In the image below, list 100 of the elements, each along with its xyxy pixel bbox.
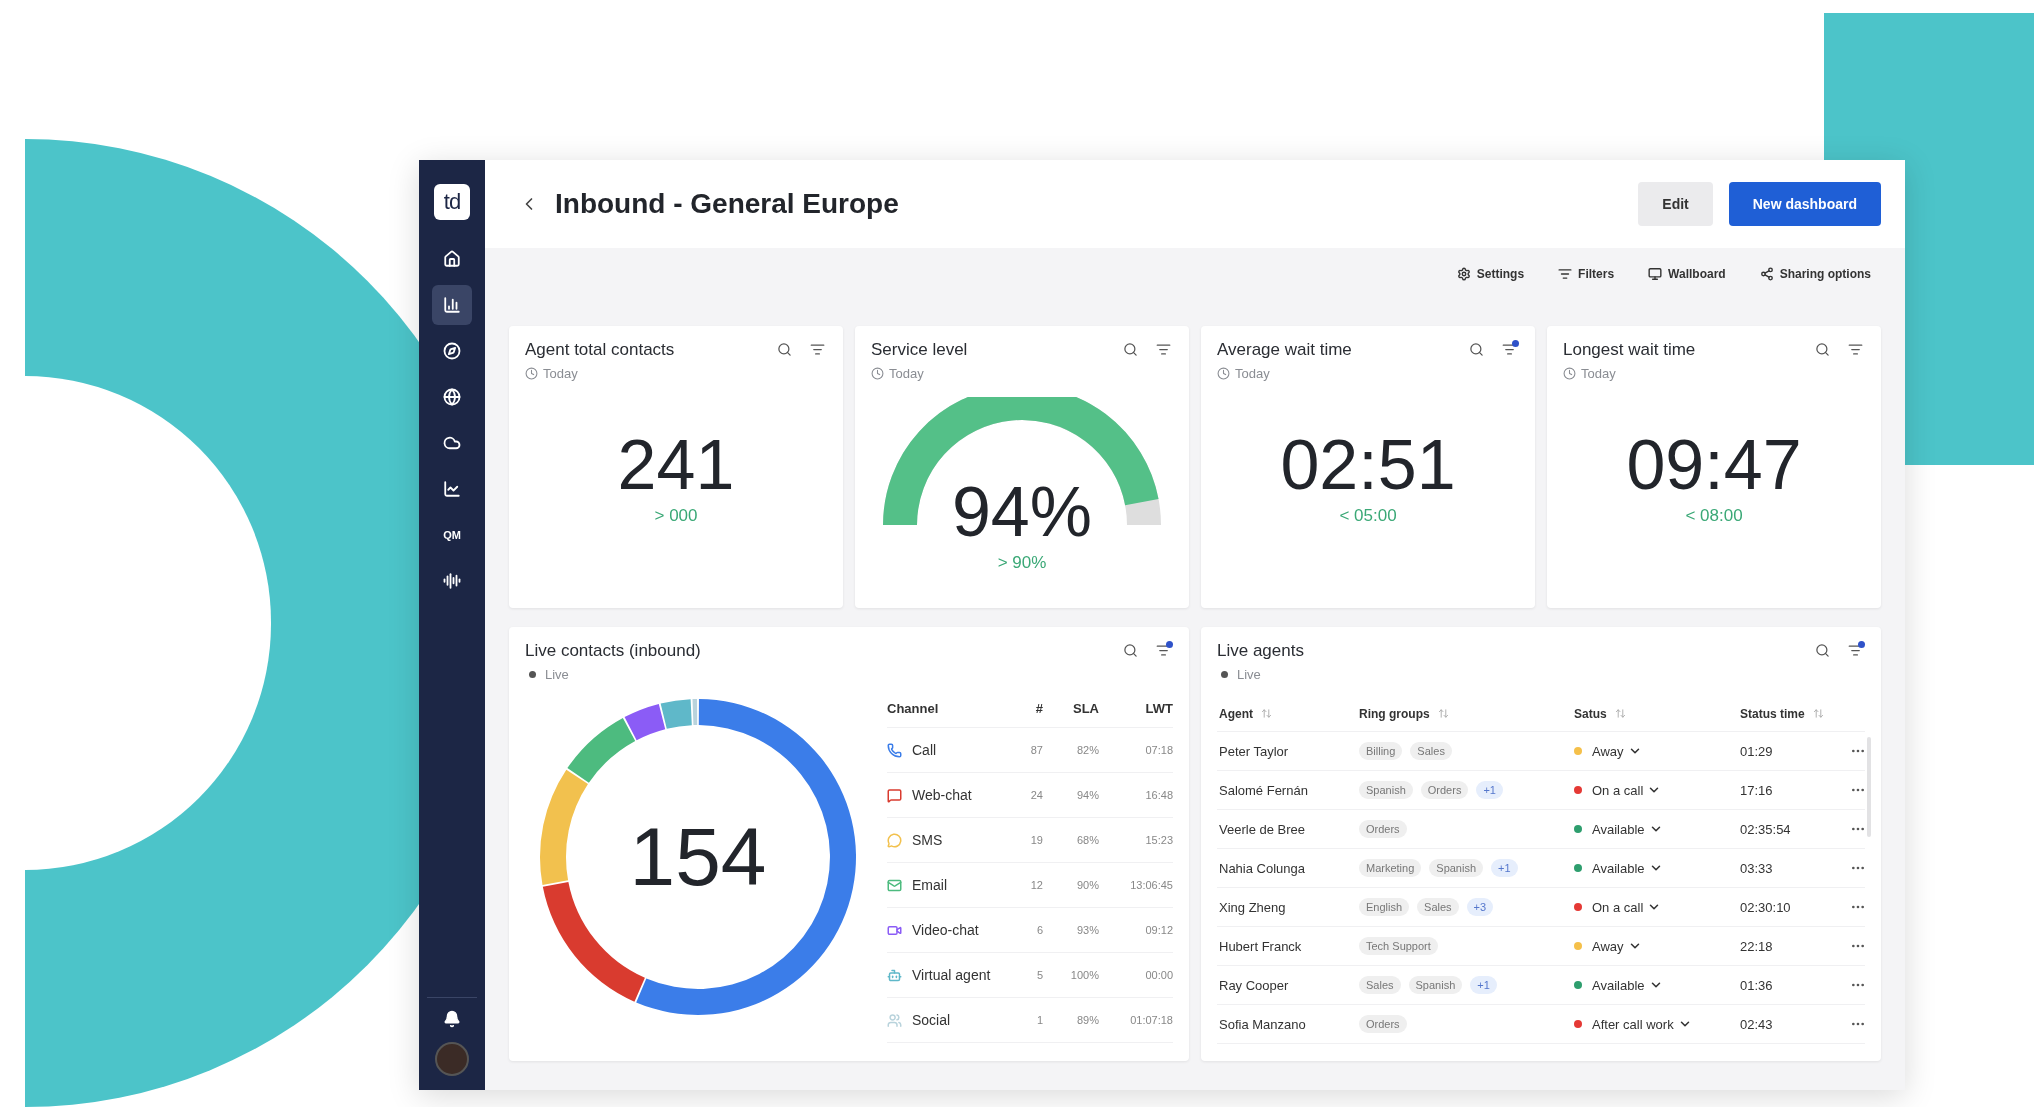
- status-dropdown[interactable]: On a call: [1592, 899, 1662, 915]
- live-dot-icon: [529, 671, 536, 678]
- search-button[interactable]: [1813, 340, 1832, 359]
- column-header: LWT: [1144, 701, 1173, 716]
- search-button[interactable]: [1467, 340, 1486, 359]
- group-tag: Sales: [1417, 898, 1459, 916]
- channel-name: Call: [912, 742, 937, 758]
- filter-icon: [1156, 643, 1171, 658]
- toolbar-button[interactable]: Filters: [1558, 267, 1615, 281]
- channel-name: Social: [912, 1012, 951, 1028]
- status-time: 01:29: [1740, 743, 1774, 759]
- total-value: 154: [629, 816, 767, 898]
- kpi-value: 02:51: [1280, 429, 1456, 500]
- table-cell-text: 15:23: [1144, 834, 1173, 846]
- group-tag: Sales: [1359, 976, 1401, 994]
- status-dropdown[interactable]: Available: [1592, 821, 1663, 837]
- more-tag: +1: [1476, 781, 1503, 799]
- table-cell-text: 89%: [1075, 1014, 1099, 1026]
- table-cell-text: 24: [1029, 789, 1043, 801]
- kpi-value: 94%: [950, 476, 1094, 547]
- toolbar-button[interactable]: Sharing options: [1759, 267, 1871, 281]
- nav-item[interactable]: [432, 285, 472, 325]
- filter-icon: [1848, 643, 1863, 658]
- status-time: 02:30:10: [1740, 899, 1792, 915]
- column-header: Satus: [1574, 706, 1607, 721]
- more-tag: +1: [1470, 976, 1497, 994]
- filter-icon: [810, 342, 825, 357]
- table-cell-text: 16:48: [1144, 789, 1173, 801]
- group-tag: Spanish: [1359, 781, 1413, 799]
- target-value: > 000: [654, 505, 698, 526]
- column-header: Status time: [1740, 706, 1805, 721]
- group-tag: Spanish: [1429, 859, 1484, 877]
- nav-item[interactable]: QM: [432, 515, 472, 555]
- search-icon: [1469, 342, 1484, 357]
- channel-name: Virtual agent: [912, 967, 991, 983]
- status-dropdown[interactable]: Away: [1592, 743, 1642, 759]
- status-dropdown[interactable]: On a call: [1592, 782, 1662, 798]
- channel-name: Video-chat: [912, 922, 979, 938]
- home-icon: [443, 250, 461, 268]
- table-cell-text: 94%: [1075, 789, 1099, 801]
- status-dropdown[interactable]: Away: [1592, 938, 1642, 954]
- search-button[interactable]: [1121, 641, 1140, 660]
- share-icon: [1759, 267, 1774, 281]
- status-dropdown[interactable]: Available: [1592, 977, 1663, 993]
- agent-name: Sofia Manzano: [1219, 1016, 1307, 1032]
- group-tag: Orders: [1420, 781, 1469, 799]
- agent-name: Xing Zheng: [1219, 899, 1287, 915]
- search-button[interactable]: [775, 340, 794, 359]
- live-label: Live: [1237, 667, 1261, 682]
- table-cell-text: 12: [1029, 879, 1043, 891]
- channel-name: Web-chat: [912, 787, 972, 803]
- agent-name: Salomé Fernán: [1219, 782, 1309, 798]
- target-value: < 05:00: [1339, 505, 1397, 526]
- status-time: 22:18: [1740, 938, 1774, 954]
- filter-icon: [1848, 342, 1863, 357]
- table-cell-text: 6: [1035, 924, 1043, 936]
- column-header: #: [1034, 701, 1043, 716]
- compass-icon: [443, 342, 461, 360]
- status-time: 02:43: [1740, 1016, 1774, 1032]
- line-chart-icon: [443, 480, 461, 498]
- table-cell-text: 1: [1035, 1014, 1043, 1026]
- cloud-icon: [443, 434, 461, 452]
- status-dropdown[interactable]: After call work: [1592, 1016, 1692, 1032]
- clock-icon: [525, 367, 538, 380]
- search-button[interactable]: [1121, 340, 1140, 359]
- clock-icon: [871, 367, 884, 380]
- filter-icon: [1558, 267, 1573, 281]
- search-icon: [1123, 342, 1138, 357]
- toolbar-button[interactable]: Wallboard: [1648, 267, 1726, 281]
- table-cell-text: 13:06:45: [1129, 879, 1173, 891]
- live-dot-icon: [1221, 671, 1228, 678]
- search-icon: [1123, 643, 1138, 658]
- card-title: Service level: [871, 340, 969, 360]
- period-label: Today: [889, 366, 924, 381]
- search-icon: [777, 342, 792, 357]
- table-cell-text: 68%: [1075, 834, 1099, 846]
- table-cell-text: 87: [1029, 744, 1043, 756]
- table-cell-text: 07:18: [1144, 744, 1173, 756]
- period-label: Today: [1235, 366, 1270, 381]
- table-cell-text: 100%: [1069, 969, 1099, 981]
- group-tag: Marketing: [1359, 859, 1422, 877]
- bell-icon[interactable]: [443, 1010, 461, 1028]
- waveform-icon: [443, 572, 461, 590]
- table-cell-text: 01:07:18: [1129, 1014, 1173, 1026]
- table-cell-text: 00:00: [1144, 969, 1173, 981]
- card-title: Agent total contacts: [525, 340, 676, 360]
- primary-button[interactable]: New dashboard: [1728, 182, 1881, 226]
- search-button[interactable]: [1813, 641, 1832, 660]
- filter-icon: [1502, 342, 1517, 357]
- card-title: Longest wait time: [1563, 340, 1697, 360]
- status-dropdown[interactable]: Available: [1592, 860, 1663, 876]
- toolbar-button[interactable]: Settings: [1456, 267, 1525, 281]
- search-icon: [1815, 643, 1830, 658]
- table-cell-text: 09:12: [1144, 924, 1173, 936]
- logo: td: [434, 184, 470, 220]
- edit-button[interactable]: Edit: [1638, 182, 1713, 226]
- more-tag: +3: [1466, 898, 1494, 916]
- card-title: Average wait time: [1217, 340, 1353, 360]
- filter-icon: [1156, 342, 1171, 357]
- channel-name: Email: [912, 877, 947, 893]
